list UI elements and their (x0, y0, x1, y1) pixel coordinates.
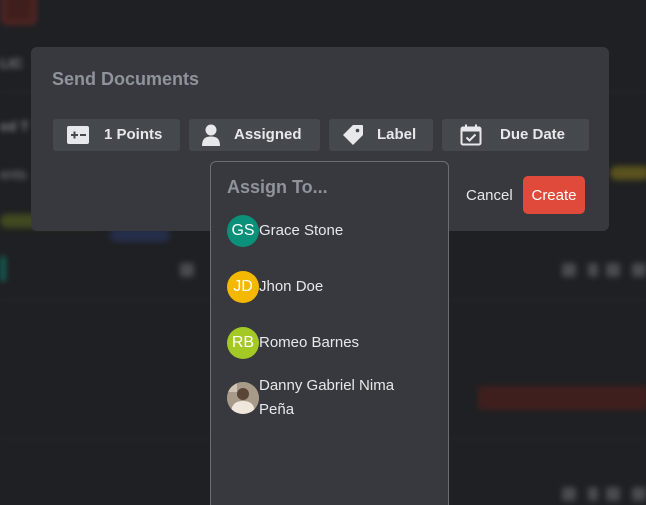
calendar-icon (460, 124, 482, 146)
assigned-label: Assigned (234, 126, 302, 143)
comment-icon (588, 263, 598, 277)
points-label: 1 Points (104, 126, 163, 143)
more-icon (632, 487, 646, 501)
avatar: GS (227, 215, 259, 247)
user-option-danny-gabriel-nima-pena[interactable]: Danny Gabriel Nima Peña (227, 377, 409, 422)
avatar: JD (227, 271, 259, 303)
user-name: Grace Stone (259, 222, 344, 239)
due-date-label: Due Date (500, 126, 566, 143)
user-option-jhon-doe[interactable]: JD Jhon Doe (227, 271, 409, 303)
avatar (227, 382, 259, 414)
label-button[interactable]: Label (329, 119, 433, 151)
link-icon (606, 487, 620, 501)
create-button[interactable]: Create (523, 176, 585, 214)
user-name: Romeo Barnes (259, 334, 360, 351)
tag-icon (342, 124, 364, 146)
comment-icon (588, 487, 598, 501)
label-label: Label (377, 126, 417, 143)
user-option-grace-stone[interactable]: GS Grace Stone (227, 215, 409, 247)
attachment-icon (180, 263, 194, 277)
modal-title: Send Documents (52, 69, 200, 89)
due-date-button[interactable]: Due Date (442, 119, 589, 151)
cancel-button[interactable]: Cancel (466, 187, 513, 204)
assigned-button[interactable]: Assigned (189, 119, 320, 151)
status-badge (0, 256, 6, 282)
status-badge (478, 386, 646, 410)
user-icon (201, 124, 221, 146)
user-name: Jhon Doe (259, 278, 324, 295)
points-button[interactable]: 1 Points (53, 119, 180, 151)
attachment-icon (562, 263, 576, 277)
dropdown-title: Assign To... (227, 177, 328, 197)
background-label: ed T (0, 118, 29, 134)
app-logo (2, 0, 36, 24)
plus-minus-icon (67, 125, 89, 145)
more-icon (632, 263, 646, 277)
status-badge (610, 166, 646, 180)
user-name: Danny Gabriel Nima Peña (259, 377, 395, 418)
user-option-romeo-barnes[interactable]: RB Romeo Barnes (227, 327, 409, 359)
avatar: RB (227, 327, 259, 359)
background-heading: LIC (0, 55, 23, 71)
link-icon (606, 263, 620, 277)
attachment-icon (562, 487, 576, 501)
background-label: ents (0, 166, 27, 182)
assign-to-dropdown: Assign To... GS Grace Stone JD Jhon Doe … (210, 161, 449, 505)
